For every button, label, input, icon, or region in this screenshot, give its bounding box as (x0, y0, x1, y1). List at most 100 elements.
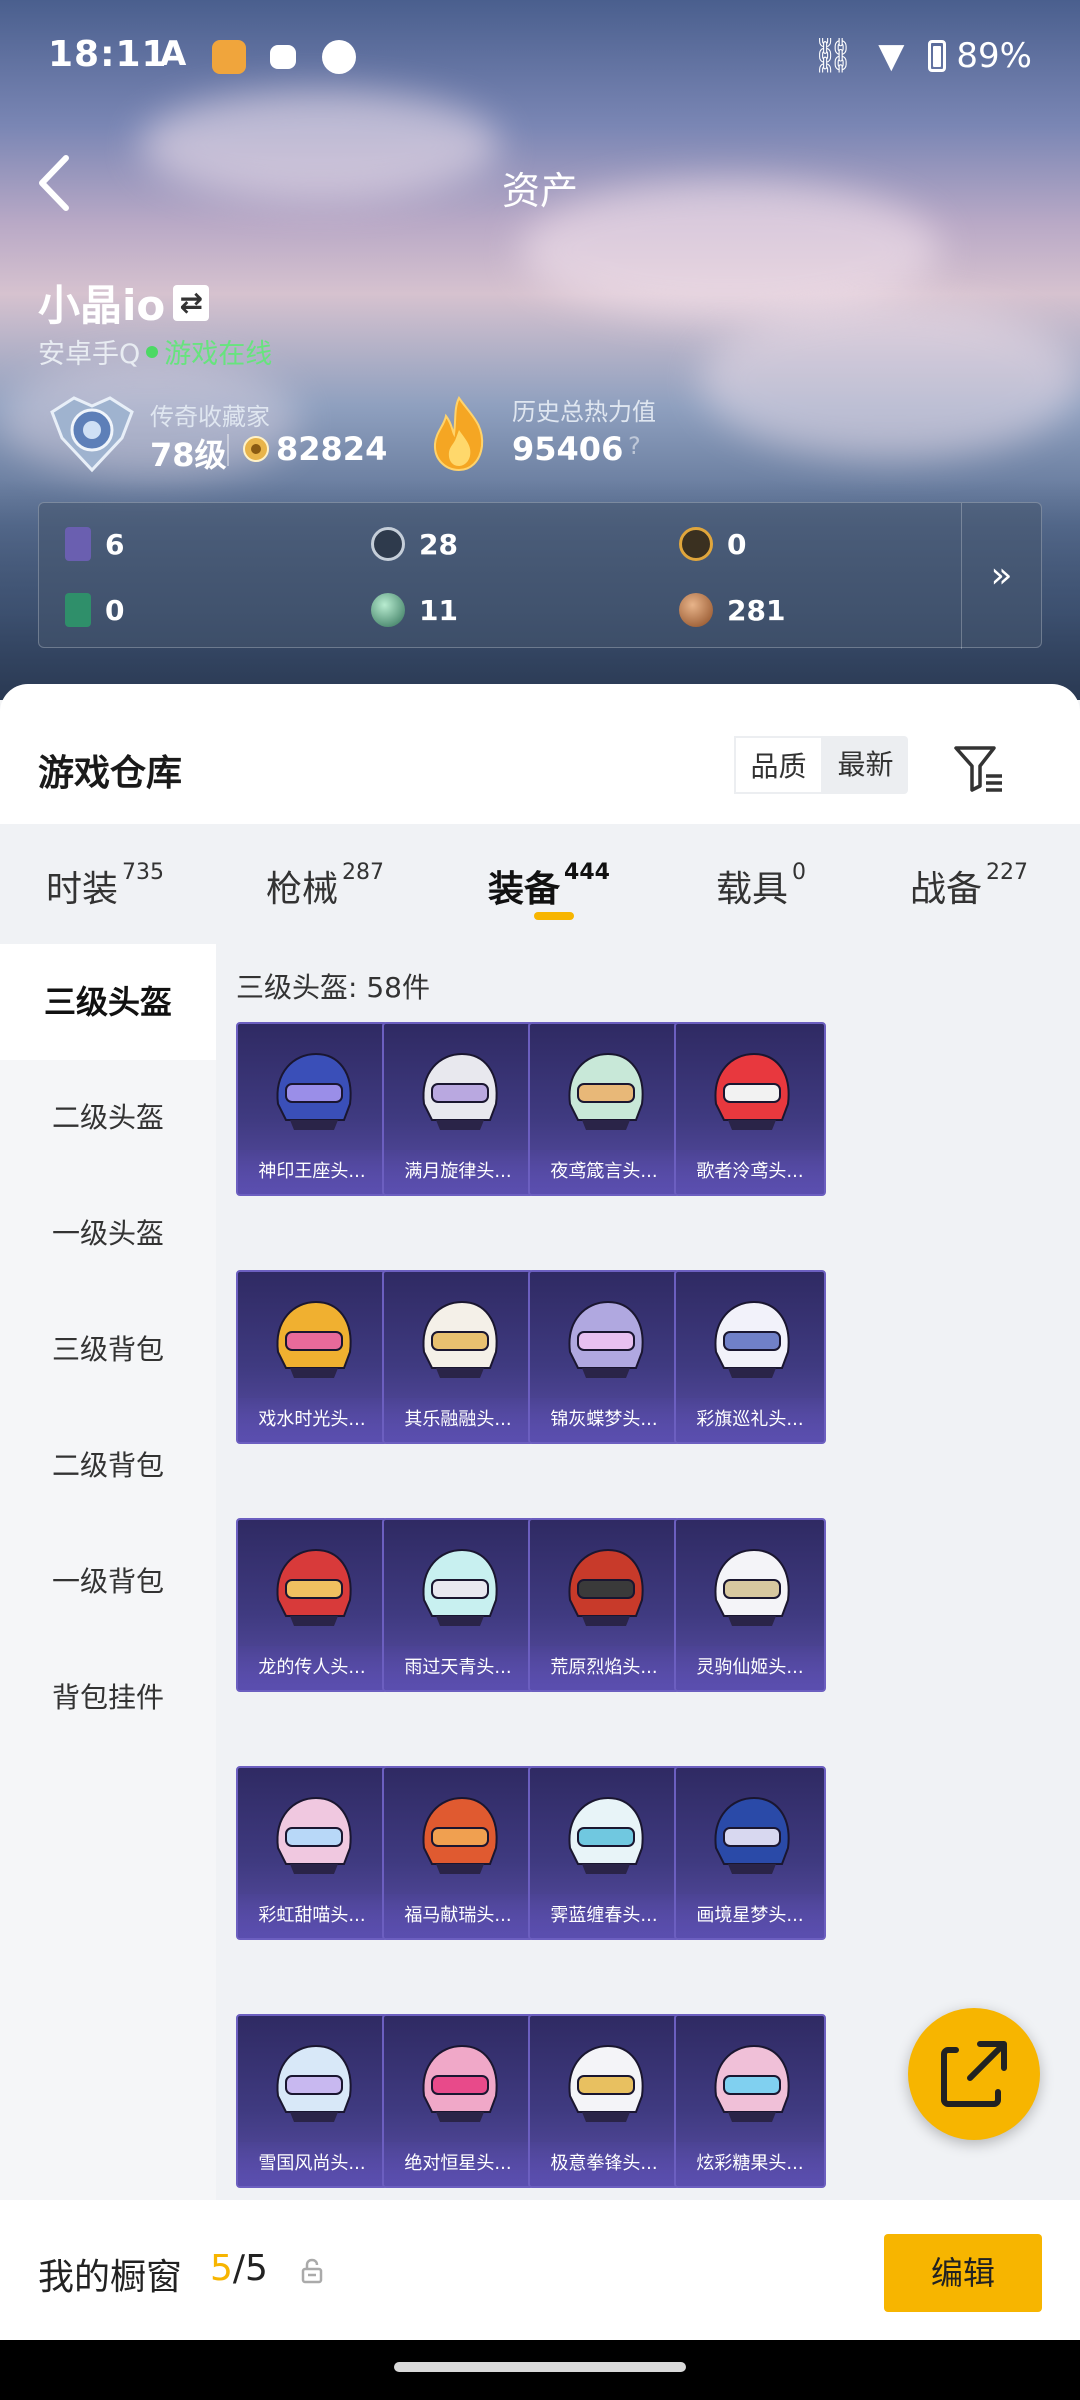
purple-card-icon (65, 527, 91, 561)
helmet-item-card[interactable]: 雪国风尚头... (236, 2014, 388, 2188)
tab-equipment[interactable]: 装备 444 (488, 824, 610, 944)
helmet-item-card[interactable]: 福马献瑞头... (382, 1766, 534, 1940)
item-name: 夜鸢箴言头... (530, 1150, 678, 1194)
showcase-total: /5 (232, 2248, 268, 2289)
helmet-item-card[interactable]: 歌者泠鸢头... (674, 1022, 826, 1196)
warehouse-title: 游戏仓库 (38, 753, 183, 794)
tab-label: 载具 (716, 869, 789, 910)
stat-value: 0 (105, 593, 125, 627)
stat-item: 0 (679, 527, 746, 561)
system-nav-bar (0, 2340, 1080, 2400)
helmet-icon (422, 1300, 498, 1378)
stat-item: 6 (65, 527, 124, 561)
helmet-icon (276, 2044, 352, 2122)
game-app-icon (212, 40, 246, 74)
app-a-icon: A (160, 34, 187, 74)
player-level: 78级 (150, 436, 227, 474)
helmet-icon (422, 1548, 498, 1626)
calendar-icon (322, 40, 356, 74)
stats-panel[interactable]: 6 28 0 0 11 281 » (38, 502, 1042, 649)
helmet-item-card[interactable]: 画境星梦头... (674, 1766, 826, 1940)
edit-button[interactable]: 编辑 (884, 2234, 1042, 2312)
helmet-item-card[interactable]: 戏水时光头... (236, 1270, 388, 1444)
helmet-item-card[interactable]: 荒原烈焰头... (528, 1518, 680, 1692)
item-name: 炫彩糖果头... (676, 2142, 824, 2186)
helmet-icon (276, 1052, 352, 1130)
helmet-icon (422, 2044, 498, 2122)
item-name: 荒原烈焰头... (530, 1646, 678, 1690)
tab-count: 0 (792, 860, 807, 885)
collection-points: 82824 (276, 430, 388, 468)
tab-guns[interactable]: 枪械 287 (266, 824, 384, 944)
status-bar: 18:11 A ⛓ ▼ 89% (0, 0, 1080, 110)
home-gesture-handle[interactable] (394, 2362, 686, 2372)
helmet-icon (714, 1052, 790, 1130)
sidebar-item-lvl1-helmet[interactable]: 一级头盔 (0, 1176, 216, 1292)
item-name: 神印王座头... (238, 1150, 386, 1194)
sidebar-item-lvl1-backpack[interactable]: 一级背包 (0, 1524, 216, 1640)
username[interactable]: 小晶io ⇄ (38, 272, 210, 333)
helmet-item-card[interactable]: 锦灰蝶梦头... (528, 1270, 680, 1444)
item-name: 戏水时光头... (238, 1398, 386, 1442)
lock-icon (301, 2258, 323, 2284)
tab-label: 战备 (910, 869, 983, 910)
showcase-bar: 我的橱窗 5/5 编辑 (0, 2200, 1080, 2340)
heat-label: 历史总热力值 (512, 398, 656, 426)
item-name: 歌者泠鸢头... (676, 1150, 824, 1194)
stat-value: 6 (105, 527, 125, 561)
helmet-item-card[interactable]: 灵驹仙姬头... (674, 1518, 826, 1692)
sidebar-item-lvl3-backpack[interactable]: 三级背包 (0, 1292, 216, 1408)
helmet-item-card[interactable]: 其乐融融头... (382, 1270, 534, 1444)
double-chevron-right-icon[interactable]: » (961, 503, 1041, 649)
helmet-item-card[interactable]: 霁蓝缠春头... (528, 1766, 680, 1940)
rank-badge-icon[interactable] (44, 392, 140, 474)
page-title: 资产 (501, 169, 578, 213)
item-name: 其乐融融头... (384, 1398, 532, 1442)
share-fab[interactable] (908, 2008, 1040, 2140)
status-time: 18:11 (48, 34, 168, 75)
switch-account-icon[interactable]: ⇄ (173, 284, 210, 321)
link-icon: ⛓ (811, 36, 855, 76)
item-name: 彩旗巡礼头... (676, 1398, 824, 1442)
sidebar-item-lvl2-backpack[interactable]: 二级背包 (0, 1408, 216, 1524)
helmet-item-card[interactable]: 彩旗巡礼头... (674, 1270, 826, 1444)
helmet-item-card[interactable]: 炫彩糖果头... (674, 2014, 826, 2188)
sidebar-item-lvl2-helmet[interactable]: 二级头盔 (0, 1060, 216, 1176)
online-status: 游戏在线 (164, 339, 273, 370)
tab-fashion[interactable]: 时装 735 (46, 824, 164, 944)
sort-toggle[interactable]: 品质 最新 (734, 736, 908, 794)
sidebar-item-backpack-charm[interactable]: 背包挂件 (0, 1640, 216, 1756)
category-tabs: 时装 735 枪械 287 装备 444 载具 0 战备 227 (0, 824, 1080, 944)
stat-value: 0 (727, 527, 747, 561)
helmet-item-card[interactable]: 神印王座头... (236, 1022, 388, 1196)
helmet-item-card[interactable]: 彩虹甜喵头... (236, 1766, 388, 1940)
helmet-item-card[interactable]: 夜鸢箴言头... (528, 1022, 680, 1196)
platform-label: 安卓手Q (38, 339, 141, 370)
helmet-item-card[interactable]: 龙的传人头... (236, 1518, 388, 1692)
tab-vehicles[interactable]: 载具 0 (716, 824, 806, 944)
bronze-coin-icon (679, 593, 713, 627)
sort-newest-option[interactable]: 最新 (823, 736, 908, 794)
item-name: 画境星梦头... (676, 1894, 824, 1938)
battery-icon (928, 40, 947, 72)
sort-quality-option[interactable]: 品质 (734, 736, 823, 794)
helmet-icon (714, 1796, 790, 1874)
tab-count: 287 (342, 860, 385, 885)
item-name: 龙的传人头... (238, 1646, 386, 1690)
helmet-item-card[interactable]: 绝对恒星头... (382, 2014, 534, 2188)
help-icon[interactable]: ? (628, 432, 641, 460)
helmet-item-card[interactable]: 满月旋律头... (382, 1022, 534, 1196)
tab-count: 227 (986, 860, 1029, 885)
helmet-item-card[interactable]: 雨过天青头... (382, 1518, 534, 1692)
item-name: 满月旋律头... (384, 1150, 532, 1194)
tab-gear[interactable]: 战备 227 (910, 824, 1028, 944)
tab-label: 枪械 (266, 869, 339, 910)
filter-icon[interactable] (950, 740, 1006, 796)
helmet-icon (276, 1548, 352, 1626)
warehouse-sheet: 游戏仓库 品质 最新 时装 735 枪械 287 装备 444 载具 0 战备 … (0, 684, 1080, 2400)
rank-title: 传奇收藏家 (150, 403, 270, 431)
jade-orb-icon (371, 593, 405, 627)
wifi-icon: ▼ (878, 36, 905, 76)
helmet-item-card[interactable]: 极意拳锋头... (528, 2014, 680, 2188)
sidebar-item-lvl3-helmet[interactable]: 三级头盔 (0, 944, 216, 1060)
